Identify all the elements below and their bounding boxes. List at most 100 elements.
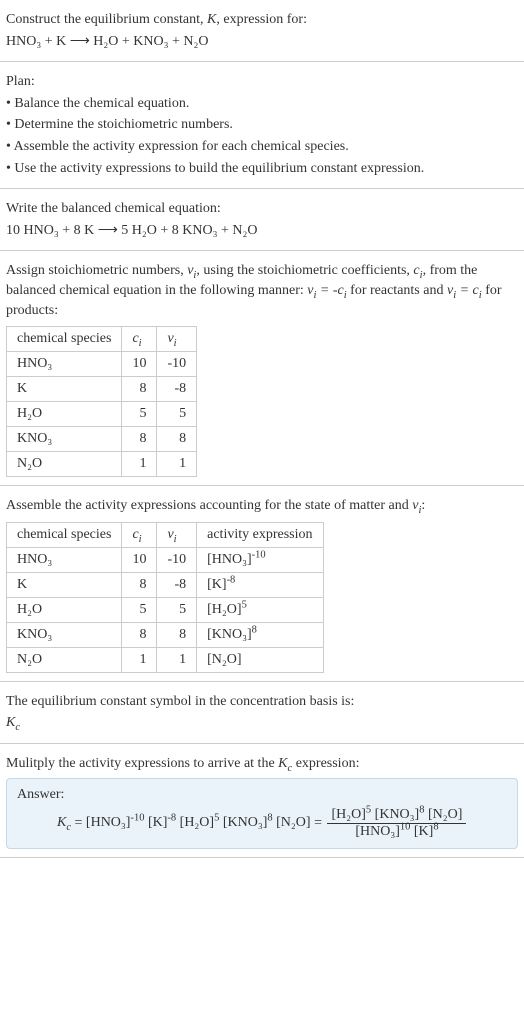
var-K: K: [207, 12, 216, 27]
kc-symbol-inline: Kc: [278, 756, 292, 771]
cell-activity: [K]-8: [197, 572, 323, 597]
cell-activity: [N₂O]: [197, 647, 323, 672]
cell: -10: [157, 352, 197, 377]
col-activity: activity expression: [197, 522, 323, 547]
table-header-row: chemical species ci νi: [7, 327, 197, 352]
table-row: KNO₃88[KNO₃]8: [7, 622, 324, 647]
col-species: chemical species: [7, 327, 122, 352]
table-row: K8-8[K]-8: [7, 572, 324, 597]
plan-bullet: • Determine the stoichiometric numbers.: [6, 115, 518, 135]
cell: N₂O: [7, 647, 122, 672]
table-row: HNO₃10-10[HNO₃]-10: [7, 547, 324, 572]
answer-section: Mulitply the activity expressions to arr…: [0, 744, 524, 858]
cell-activity: [H₂O]5: [197, 597, 323, 622]
table-row: N₂O11: [7, 452, 197, 477]
col-ci: ci: [122, 522, 157, 547]
rel-reactants: νi = -ci: [307, 283, 346, 298]
table-row: K8-8: [7, 377, 197, 402]
cell: K: [7, 377, 122, 402]
reaction-equation: HNO₃ + K ⟶ H₂O + KNO₃ + N₂O: [6, 32, 518, 52]
cell: K: [7, 572, 122, 597]
cell: -8: [157, 572, 197, 597]
base: [HNO₃]: [207, 552, 252, 567]
base: [N₂O]: [207, 652, 241, 667]
kc-lhs: Kc: [57, 815, 71, 830]
text: expression:: [292, 756, 359, 771]
table-row: H₂O55[H₂O]5: [7, 597, 324, 622]
table-row: HNO₃10-10: [7, 352, 197, 377]
numerator: [H₂O]5 [KNO₃]8 [N₂O]: [327, 807, 466, 824]
base: [KNO₃]: [207, 627, 252, 642]
cell: 8: [122, 622, 157, 647]
cell: 1: [157, 452, 197, 477]
cell: 10: [122, 547, 157, 572]
answer-box: Answer: Kc = [HNO₃]-10 [K]-8 [H₂O]5 [KNO…: [6, 778, 518, 849]
symbol-text: The equilibrium constant symbol in the c…: [6, 692, 518, 712]
plan-title: Plan:: [6, 72, 518, 92]
cell: 8: [157, 427, 197, 452]
text: for reactants and: [347, 283, 447, 298]
cell: 8: [122, 427, 157, 452]
cell: 5: [122, 597, 157, 622]
var-c-i: ci: [413, 263, 422, 278]
cell: N₂O: [7, 452, 122, 477]
multiply-text: Mulitply the activity expressions to arr…: [6, 754, 518, 774]
base: [K]: [207, 577, 226, 592]
symbol-section: The equilibrium constant symbol in the c…: [0, 682, 524, 744]
balanced-title: Write the balanced chemical equation:: [6, 199, 518, 219]
col-ci: ci: [122, 327, 157, 352]
activity-section: Assemble the activity expressions accoun…: [0, 486, 524, 682]
cell: 8: [157, 622, 197, 647]
cell: -10: [157, 547, 197, 572]
plan-bullet: • Balance the chemical equation.: [6, 94, 518, 114]
fraction: [H₂O]5 [KNO₃]8 [N₂O] [HNO₃]10 [K]8: [327, 807, 466, 840]
denominator: [HNO₃]10 [K]8: [327, 824, 466, 840]
text: Construct the equilibrium constant,: [6, 12, 207, 27]
cell: HNO₃: [7, 352, 122, 377]
cell: 5: [157, 597, 197, 622]
cell: 1: [122, 452, 157, 477]
col-species: chemical species: [7, 522, 122, 547]
cell: KNO₃: [7, 427, 122, 452]
cell: 8: [122, 377, 157, 402]
text: Assign stoichiometric numbers,: [6, 263, 187, 278]
cell: 1: [157, 647, 197, 672]
cell: H₂O: [7, 597, 122, 622]
base: [H₂O]: [207, 602, 241, 617]
plan-bullet: • Use the activity expressions to build …: [6, 159, 518, 179]
exp: -8: [227, 574, 236, 585]
table-header-row: chemical species ci νi activity expressi…: [7, 522, 324, 547]
col-nui: νi: [157, 522, 197, 547]
exp: 8: [252, 624, 257, 635]
kc-symbol: Kc: [6, 713, 518, 733]
stoich-section: Assign stoichiometric numbers, νi, using…: [0, 251, 524, 486]
text: Mulitply the activity expressions to arr…: [6, 756, 278, 771]
activity-text: Assemble the activity expressions accoun…: [6, 496, 518, 516]
text: , expression for:: [216, 12, 307, 27]
cell: HNO₃: [7, 547, 122, 572]
rel-products: νi = ci: [447, 283, 482, 298]
cell: KNO₃: [7, 622, 122, 647]
plan-section: Plan: • Balance the chemical equation. •…: [0, 62, 524, 189]
cell-activity: [HNO₃]-10: [197, 547, 323, 572]
cell: H₂O: [7, 402, 122, 427]
stoich-table: chemical species ci νi HNO₃10-10 K8-8 H₂…: [6, 326, 197, 477]
activity-table: chemical species ci νi activity expressi…: [6, 522, 324, 673]
eq-sign: =: [314, 815, 325, 830]
cell: 1: [122, 647, 157, 672]
text: Assemble the activity expressions accoun…: [6, 498, 412, 513]
exp: 5: [242, 599, 247, 610]
balanced-section: Write the balanced chemical equation: 10…: [0, 189, 524, 251]
cell: -8: [157, 377, 197, 402]
cell: 5: [157, 402, 197, 427]
term: [HNO₃]-10 [K]-8 [H₂O]5 [KNO₃]8 [N₂O]: [86, 815, 311, 830]
var-nu-i: νi: [187, 263, 196, 278]
text: :: [421, 498, 425, 513]
stoich-text: Assign stoichiometric numbers, νi, using…: [6, 261, 518, 320]
kc-expression: Kc = [HNO₃]-10 [K]-8 [H₂O]5 [KNO₃]8 [N₂O…: [17, 807, 507, 840]
cell: 5: [122, 402, 157, 427]
prompt-section: Construct the equilibrium constant, K, e…: [0, 0, 524, 62]
text: , using the stoichiometric coefficients,: [196, 263, 413, 278]
plan-bullet: • Assemble the activity expression for e…: [6, 137, 518, 157]
eq-sign: =: [75, 815, 86, 830]
